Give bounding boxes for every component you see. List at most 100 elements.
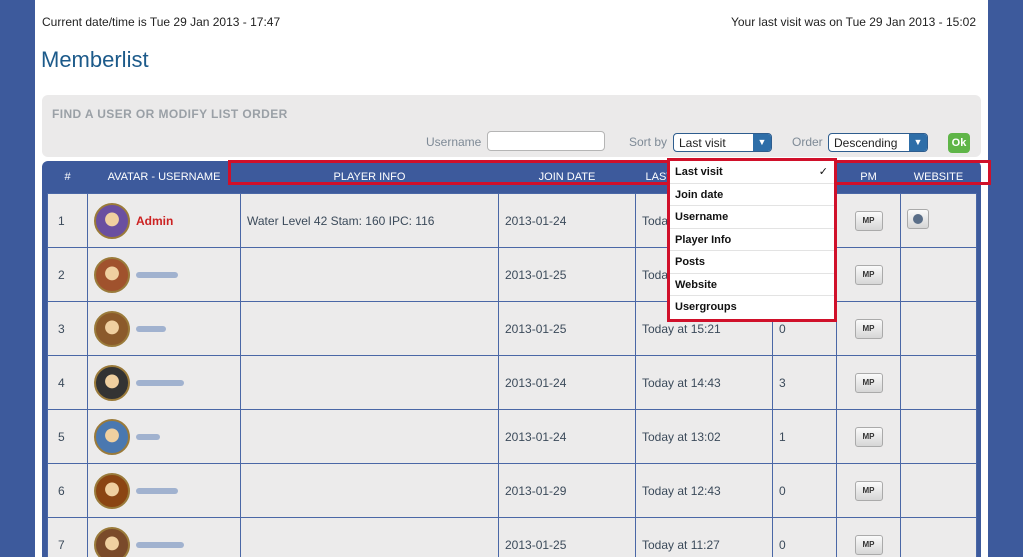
player-info-cell: Water Level 42 Stam: 160 IPC: 116 — [240, 193, 499, 248]
website-cell — [900, 301, 977, 356]
sort-option-label: Last visit — [675, 166, 723, 178]
username-link-blurred[interactable] — [136, 379, 184, 386]
player-info-cell — [240, 247, 499, 302]
pm-cell: MP — [836, 463, 901, 518]
sort-option-posts[interactable]: Posts — [670, 251, 834, 274]
avatar[interactable] — [94, 472, 130, 509]
sort-option-player-info[interactable]: Player Info — [670, 229, 834, 251]
search-panel: FIND A USER OR MODIFY LIST ORDER Usernam… — [42, 95, 981, 157]
username-link[interactable]: Admin — [136, 214, 173, 228]
username-link-blurred[interactable] — [136, 271, 178, 278]
order-label: Order — [792, 135, 823, 149]
chevron-down-icon: ▼ — [909, 134, 927, 151]
globe-icon[interactable] — [907, 209, 929, 229]
avatar[interactable] — [94, 364, 130, 401]
header-num[interactable]: # — [47, 161, 88, 194]
join-date-cell: 2013-01-24 — [498, 409, 636, 464]
username-input[interactable] — [487, 131, 605, 151]
sortby-dropdown-menu: Last visit ✓ Join date Username Player I… — [667, 158, 837, 322]
last-visit: Your last visit was on Tue 29 Jan 2013 -… — [730, 15, 976, 29]
table-body: 1 Admin Water Level 42 Stam: 160 IPC: 116 2… — [47, 193, 977, 557]
username-link-blurred[interactable] — [136, 487, 178, 494]
posts-cell: 1 — [772, 409, 837, 464]
avatar-username-cell — [87, 247, 241, 302]
website-cell — [900, 193, 977, 248]
pm-cell: MP — [836, 193, 901, 248]
pm-button[interactable]: MP — [854, 372, 883, 393]
row-number: 3 — [47, 301, 88, 356]
order-select[interactable]: Descending ▼ — [828, 133, 928, 152]
player-info-cell — [240, 301, 499, 356]
pm-cell: MP — [836, 409, 901, 464]
avatar-username-cell — [87, 409, 241, 464]
posts-cell: 3 — [772, 355, 837, 410]
username-link-blurred[interactable] — [136, 433, 160, 440]
row-number: 5 — [47, 409, 88, 464]
order-value: Descending — [834, 136, 898, 150]
row-number: 6 — [47, 463, 88, 518]
join-date-cell: 2013-01-25 — [498, 301, 636, 356]
highlight-box-header — [228, 160, 991, 185]
avatar-username-cell — [87, 517, 241, 557]
pm-button[interactable]: MP — [854, 210, 883, 231]
checkmark-icon: ✓ — [818, 166, 828, 178]
join-date-cell: 2013-01-24 — [498, 193, 636, 248]
player-info-cell — [240, 463, 499, 518]
last-visit-cell: Today at 13:02 — [635, 409, 773, 464]
pm-cell: MP — [836, 247, 901, 302]
pm-button[interactable]: MP — [854, 318, 883, 339]
pm-button[interactable]: MP — [854, 534, 883, 555]
username-label: Username — [426, 135, 482, 149]
sortby-select[interactable]: Last visit ▼ — [673, 133, 772, 152]
pm-button[interactable]: MP — [854, 426, 883, 447]
website-cell — [900, 517, 977, 557]
table-row: 7 2013-01-25 Today at 11:27 0 MP — [47, 517, 977, 557]
header-avatar-username[interactable]: AVATAR - USERNAME — [87, 161, 241, 194]
website-cell — [900, 247, 977, 302]
pm-cell: MP — [836, 355, 901, 410]
avatar-username-cell — [87, 355, 241, 410]
join-date-cell: 2013-01-24 — [498, 355, 636, 410]
sortby-value: Last visit — [679, 136, 726, 150]
chevron-down-icon: ▼ — [753, 134, 771, 151]
pm-cell: MP — [836, 517, 901, 557]
posts-cell: 0 — [772, 517, 837, 557]
pm-button[interactable]: MP — [854, 480, 883, 501]
website-cell — [900, 409, 977, 464]
player-info-cell — [240, 355, 499, 410]
top-info-bar: Current date/time is Tue 29 Jan 2013 - 1… — [42, 15, 976, 29]
row-number: 2 — [47, 247, 88, 302]
table-row: 1 Admin Water Level 42 Stam: 160 IPC: 116 2… — [47, 193, 977, 248]
sort-option-username[interactable]: Username — [670, 206, 834, 229]
last-visit-cell: Today at 12:43 — [635, 463, 773, 518]
sortby-label: Sort by — [629, 135, 668, 149]
join-date-cell: 2013-01-29 — [498, 463, 636, 518]
username-link-blurred[interactable] — [136, 325, 166, 332]
ok-button[interactable]: Ok — [948, 133, 970, 153]
last-visit-cell: Today at 11:27 — [635, 517, 773, 557]
row-number: 1 — [47, 193, 88, 248]
sort-option-last-visit[interactable]: Last visit ✓ — [670, 161, 834, 184]
username-link-blurred[interactable] — [136, 541, 184, 548]
table-row: 5 2013-01-24 Today at 13:02 1 MP — [47, 409, 977, 464]
website-cell — [900, 355, 977, 410]
pm-button[interactable]: MP — [854, 264, 883, 285]
table-row: 2 2013-01-25 Toda MP — [47, 247, 977, 302]
join-date-cell: 2013-01-25 — [498, 247, 636, 302]
sort-option-usergroups[interactable]: Usergroups — [670, 296, 834, 319]
sort-option-website[interactable]: Website — [670, 274, 834, 296]
page: Current date/time is Tue 29 Jan 2013 - 1… — [35, 0, 988, 557]
current-datetime: Current date/time is Tue 29 Jan 2013 - 1… — [42, 15, 281, 29]
avatar-username-cell — [87, 301, 241, 356]
memberlist-table-container: # AVATAR - USERNAME PLAYER INFO JOIN DAT… — [42, 161, 981, 557]
avatar[interactable] — [94, 526, 130, 557]
website-cell — [900, 463, 977, 518]
avatar[interactable] — [94, 310, 130, 347]
table-row: 4 2013-01-24 Today at 14:43 3 MP — [47, 355, 977, 410]
avatar[interactable] — [94, 256, 130, 293]
avatar[interactable] — [94, 202, 130, 239]
sort-option-join-date[interactable]: Join date — [670, 184, 834, 206]
avatar[interactable] — [94, 418, 130, 455]
memberlist-table: # AVATAR - USERNAME PLAYER INFO JOIN DAT… — [47, 161, 977, 557]
row-number: 7 — [47, 517, 88, 557]
